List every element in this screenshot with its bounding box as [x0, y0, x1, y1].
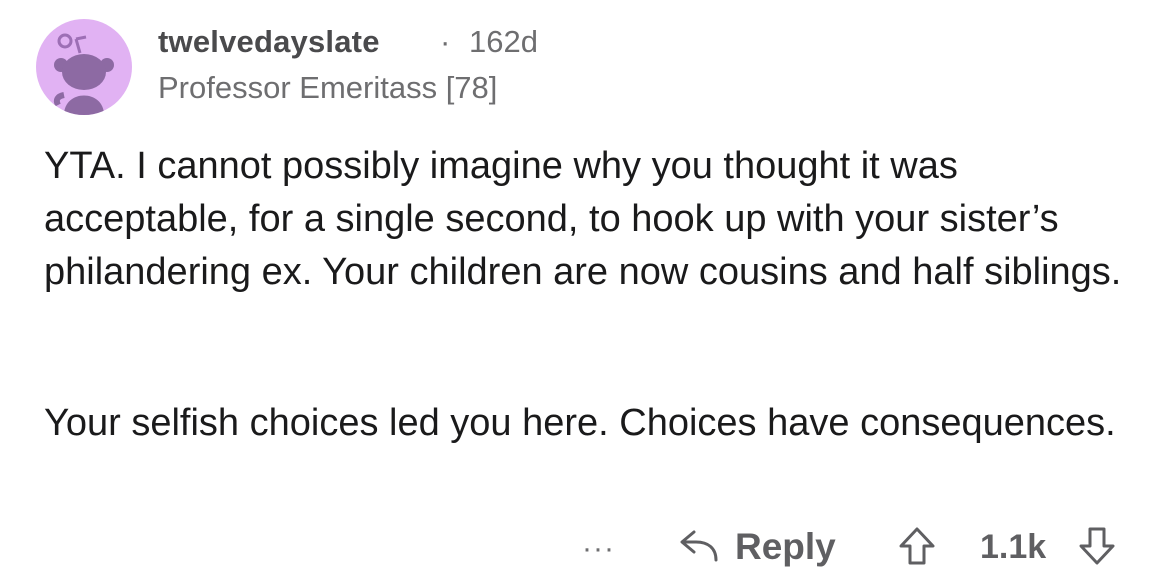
comment-body-paragraph: YTA. I cannot possibly imagine why you t… [44, 145, 1122, 293]
comment: twelvedayslate · 162d Professor Emeritas… [0, 0, 1170, 575]
downvote-arrow-icon[interactable] [1077, 526, 1117, 566]
comment-body-paragraph: Your selfish choices led you here. Choic… [44, 402, 1116, 444]
more-options-icon[interactable]: ··· [582, 532, 615, 566]
user-flair: Professor Emeritass [78] [158, 70, 498, 105]
comment-actions-bar: ··· Reply 1.1k [0, 520, 1170, 572]
reply-arrow-icon[interactable] [676, 526, 720, 566]
username-link[interactable]: twelvedayslate [158, 24, 380, 60]
comment-age: 162d [469, 24, 538, 59]
reply-button[interactable]: Reply [735, 526, 836, 568]
upvote-arrow-icon[interactable] [897, 526, 937, 566]
meta-separator: · [440, 24, 451, 59]
vote-score: 1.1k [980, 528, 1047, 566]
snoo-avatar-icon[interactable] [36, 19, 132, 115]
